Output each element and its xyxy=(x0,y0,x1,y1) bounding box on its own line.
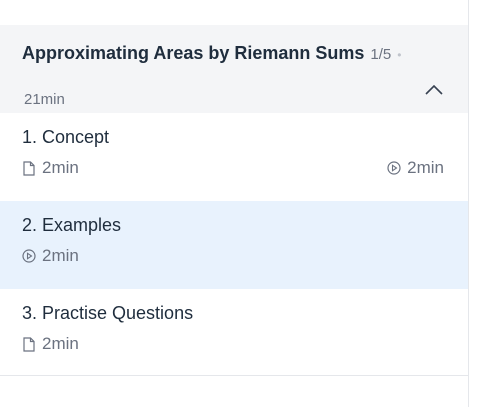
section-title-row: Approximating Areas by Riemann Sums 1/5 … xyxy=(22,43,401,64)
lesson-video-meta: 2min xyxy=(387,158,444,178)
section-title: Approximating Areas by Riemann Sums xyxy=(22,43,365,63)
section-header[interactable]: Approximating Areas by Riemann Sums 1/5 … xyxy=(0,25,468,113)
lesson-item-practise-questions[interactable]: 3. Practise Questions 2min xyxy=(0,289,468,377)
video-duration: 2min xyxy=(407,158,444,177)
lesson-item-examples[interactable]: 2. Examples 2min xyxy=(0,201,468,289)
document-icon xyxy=(22,336,36,352)
course-sidebar: Approximating Areas by Riemann Sums 1/5 … xyxy=(0,0,469,407)
play-circle-icon xyxy=(387,160,401,176)
chevron-up-icon xyxy=(425,85,443,95)
collapse-button[interactable] xyxy=(424,82,444,98)
divider xyxy=(0,375,468,376)
separator-dot: • xyxy=(397,48,402,62)
reading-duration: 2min xyxy=(42,334,79,353)
document-icon xyxy=(22,160,36,176)
play-circle-icon xyxy=(22,248,36,264)
lesson-title: 2. Examples xyxy=(22,215,122,235)
lesson-reading-meta: 2min xyxy=(22,334,79,354)
reading-duration: 2min xyxy=(42,158,79,177)
section-duration: 21min xyxy=(24,91,65,108)
top-spacer xyxy=(0,0,468,25)
lesson-reading-meta: 2min xyxy=(22,158,79,178)
lesson-video-meta: 2min xyxy=(22,246,79,266)
section-progress: 1/5 xyxy=(370,46,392,63)
video-duration: 2min xyxy=(42,246,79,265)
lesson-item-concept[interactable]: 1. Concept 2min 2min xyxy=(0,113,468,201)
lesson-title: 3. Practise Questions xyxy=(22,303,194,323)
lesson-title: 1. Concept xyxy=(22,127,110,147)
